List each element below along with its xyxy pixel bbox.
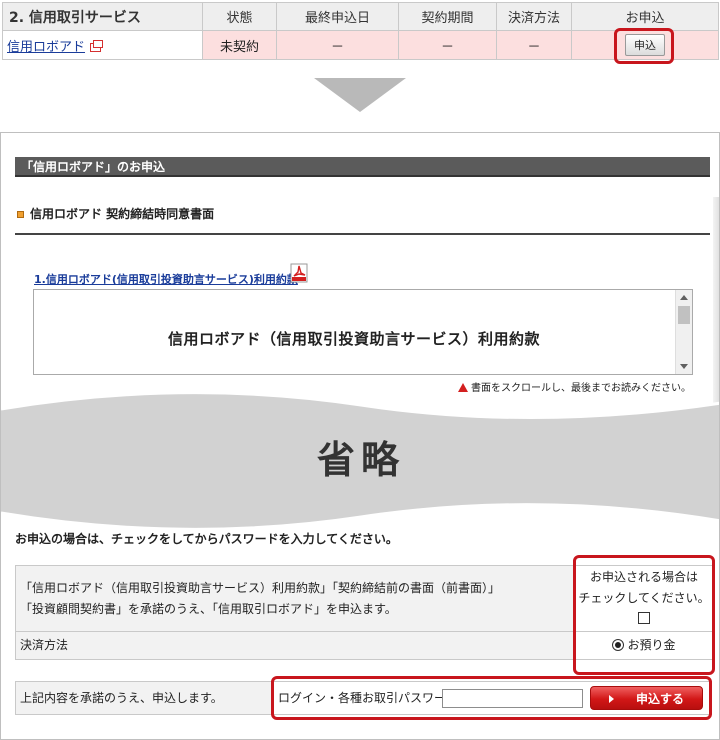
settlement-cell: － bbox=[496, 30, 572, 60]
application-form-panel: 「信用ロボアド」のお申込 信用ロボアド 契約締結時同意書面 1.信用ロボアド(信… bbox=[0, 132, 720, 740]
apply-button[interactable]: 申込 bbox=[625, 34, 665, 56]
service-table: 2. 信用取引サービス 状態 最終申込日 契約期間 決済方法 お申込 信用ロボア… bbox=[2, 2, 719, 60]
apply-cell: 申込 bbox=[571, 30, 719, 60]
omitted-label: 省略 bbox=[316, 438, 405, 482]
agreement-line-1: 「信用ロボアド（信用取引投資助言サービス）利用約款」「契約締結前の書面（前書面）… bbox=[20, 580, 501, 595]
agreement-check-cell: お申込される場合は チェックしてください。 bbox=[575, 565, 713, 632]
header-apply: お申込 bbox=[571, 2, 719, 31]
scroll-up-icon[interactable] bbox=[680, 295, 688, 300]
agreement-line-2: 「投資顧問契約書」を承諾のうえ、「信用取引ロボアド」を申込ます。 bbox=[20, 601, 397, 616]
contract-period-cell: － bbox=[398, 30, 497, 60]
scroll-thumb[interactable] bbox=[678, 306, 690, 324]
settlement-radio[interactable] bbox=[612, 639, 625, 651]
table-row: 信用ロボアド 未契約 － － － 申込 bbox=[2, 30, 719, 60]
header-last-apply-date: 最終申込日 bbox=[276, 2, 399, 31]
terms-document-viewer[interactable]: 信用ロボアド（信用取引投資助言サービス）利用約款 bbox=[33, 289, 693, 375]
scroll-down-icon[interactable] bbox=[680, 364, 688, 369]
settlement-row: 決済方法 お預り金 bbox=[15, 631, 713, 660]
service-name-cell: 信用ロボアド bbox=[2, 30, 203, 60]
header-status: 状態 bbox=[202, 2, 277, 31]
agreement-row: 「信用ロボアド（信用取引投資助言サービス）利用約款」「契約締結前の書面（前書面）… bbox=[15, 565, 713, 632]
settlement-option-cell: お預り金 bbox=[575, 631, 713, 660]
agreement-table: 「信用ロボアド（信用取引投資助言サービス）利用約款」「契約締結前の書面（前書面）… bbox=[15, 565, 713, 660]
header-service-name: 2. 信用取引サービス bbox=[2, 2, 203, 31]
document-title-text: 信用ロボアド 契約締結時同意書面 bbox=[30, 207, 215, 221]
confirm-text: 上記内容を承諾のうえ、申込します。 bbox=[16, 682, 272, 714]
last-apply-date-cell: － bbox=[276, 30, 399, 60]
submit-row: 上記内容を承諾のうえ、申込します。 ログイン・各種お取引パスワード 申込する bbox=[15, 681, 712, 715]
password-input[interactable] bbox=[442, 689, 583, 708]
terms-link[interactable]: 1.信用ロボアド(信用取引投資助言サービス)利用約款 bbox=[34, 271, 298, 287]
document-scrollbar[interactable] bbox=[675, 290, 692, 374]
check-instruction-line-1: お申込される場合は bbox=[589, 569, 698, 584]
check-instruction-line-2: チェックしてください。 bbox=[578, 590, 710, 605]
down-arrow-icon bbox=[314, 78, 406, 112]
service-name-link[interactable]: 信用ロボアド bbox=[7, 40, 85, 55]
section-title: 「信用ロボアド」のお申込 bbox=[15, 157, 710, 177]
submit-button-label: 申込する bbox=[635, 691, 684, 706]
agreement-checkbox[interactable] bbox=[638, 611, 650, 624]
bullet-icon bbox=[17, 211, 24, 218]
submit-button[interactable]: 申込する bbox=[590, 686, 703, 710]
agreement-text-cell: 「信用ロボアド（信用取引投資助言サービス）利用約款」「契約締結前の書面（前書面）… bbox=[15, 565, 576, 632]
service-table-header: 2. 信用取引サービス 状態 最終申込日 契約期間 決済方法 お申込 bbox=[2, 2, 719, 31]
header-settlement: 決済方法 bbox=[496, 2, 572, 31]
terms-document-title: 信用ロボアド（信用取引投資助言サービス）利用約款 bbox=[167, 330, 540, 348]
header-contract-period: 契約期間 bbox=[398, 2, 497, 31]
status-cell: 未契約 bbox=[202, 30, 277, 60]
divider bbox=[15, 233, 710, 235]
instruction-text: お申込の場合は、チェックをしてからパスワードを入力してください。 bbox=[15, 532, 398, 546]
external-link-icon bbox=[90, 39, 104, 52]
triangle-right-icon bbox=[608, 694, 614, 703]
password-label: ログイン・各種お取引パスワード bbox=[278, 691, 459, 705]
document-title: 信用ロボアド 契約締結時同意書面 bbox=[17, 205, 214, 222]
pdf-icon[interactable] bbox=[290, 263, 308, 283]
settlement-option-label: お預り金 bbox=[627, 638, 676, 652]
settlement-label: 決済方法 bbox=[15, 631, 576, 660]
